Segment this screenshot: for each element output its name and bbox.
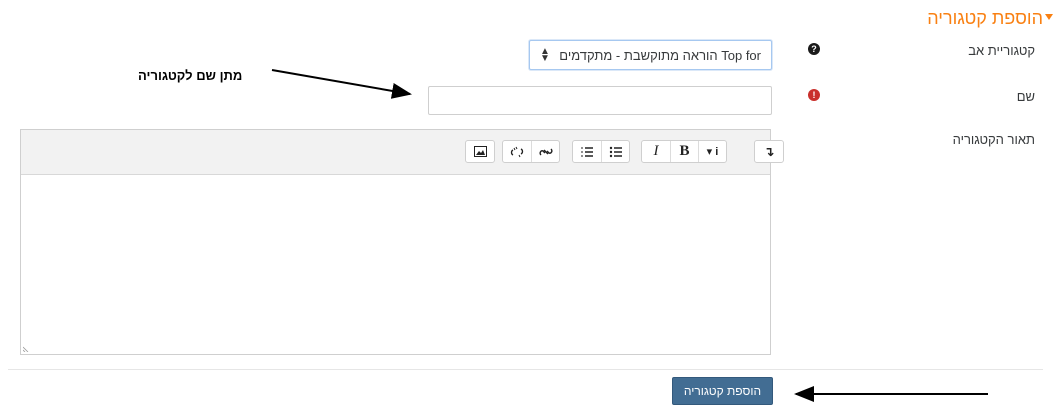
annotation-arrow-to-name [271,69,412,99]
toolbar-group-collapse: ↴ [754,140,784,163]
add-category-button[interactable]: הוספת קטגוריה [672,377,773,405]
toolbar-group-format: I B ▾ i [641,140,727,163]
unordered-list-icon[interactable] [601,141,629,162]
form-divider [8,369,1043,370]
paragraph-style-icon[interactable]: ▾ i [698,141,726,162]
italic-icon[interactable]: I [642,141,670,162]
toolbar-group-lists [572,140,630,163]
resize-grip-icon[interactable] [23,344,31,352]
editor-toolbar: I B ▾ i ↴ [21,130,784,175]
toolbar-group-links [502,140,560,163]
link-icon[interactable] [531,141,559,162]
editor-content-area[interactable] [21,175,770,354]
description-editor[interactable]: I B ▾ i ↴ [20,129,784,355]
image-icon[interactable] [466,141,494,162]
ordered-list-icon[interactable] [573,141,601,162]
toolbar-group-image [465,140,495,163]
bold-icon[interactable]: B [670,141,698,162]
unlink-icon[interactable] [503,141,531,162]
toolbar-collapse-icon[interactable]: ↴ [755,141,783,162]
